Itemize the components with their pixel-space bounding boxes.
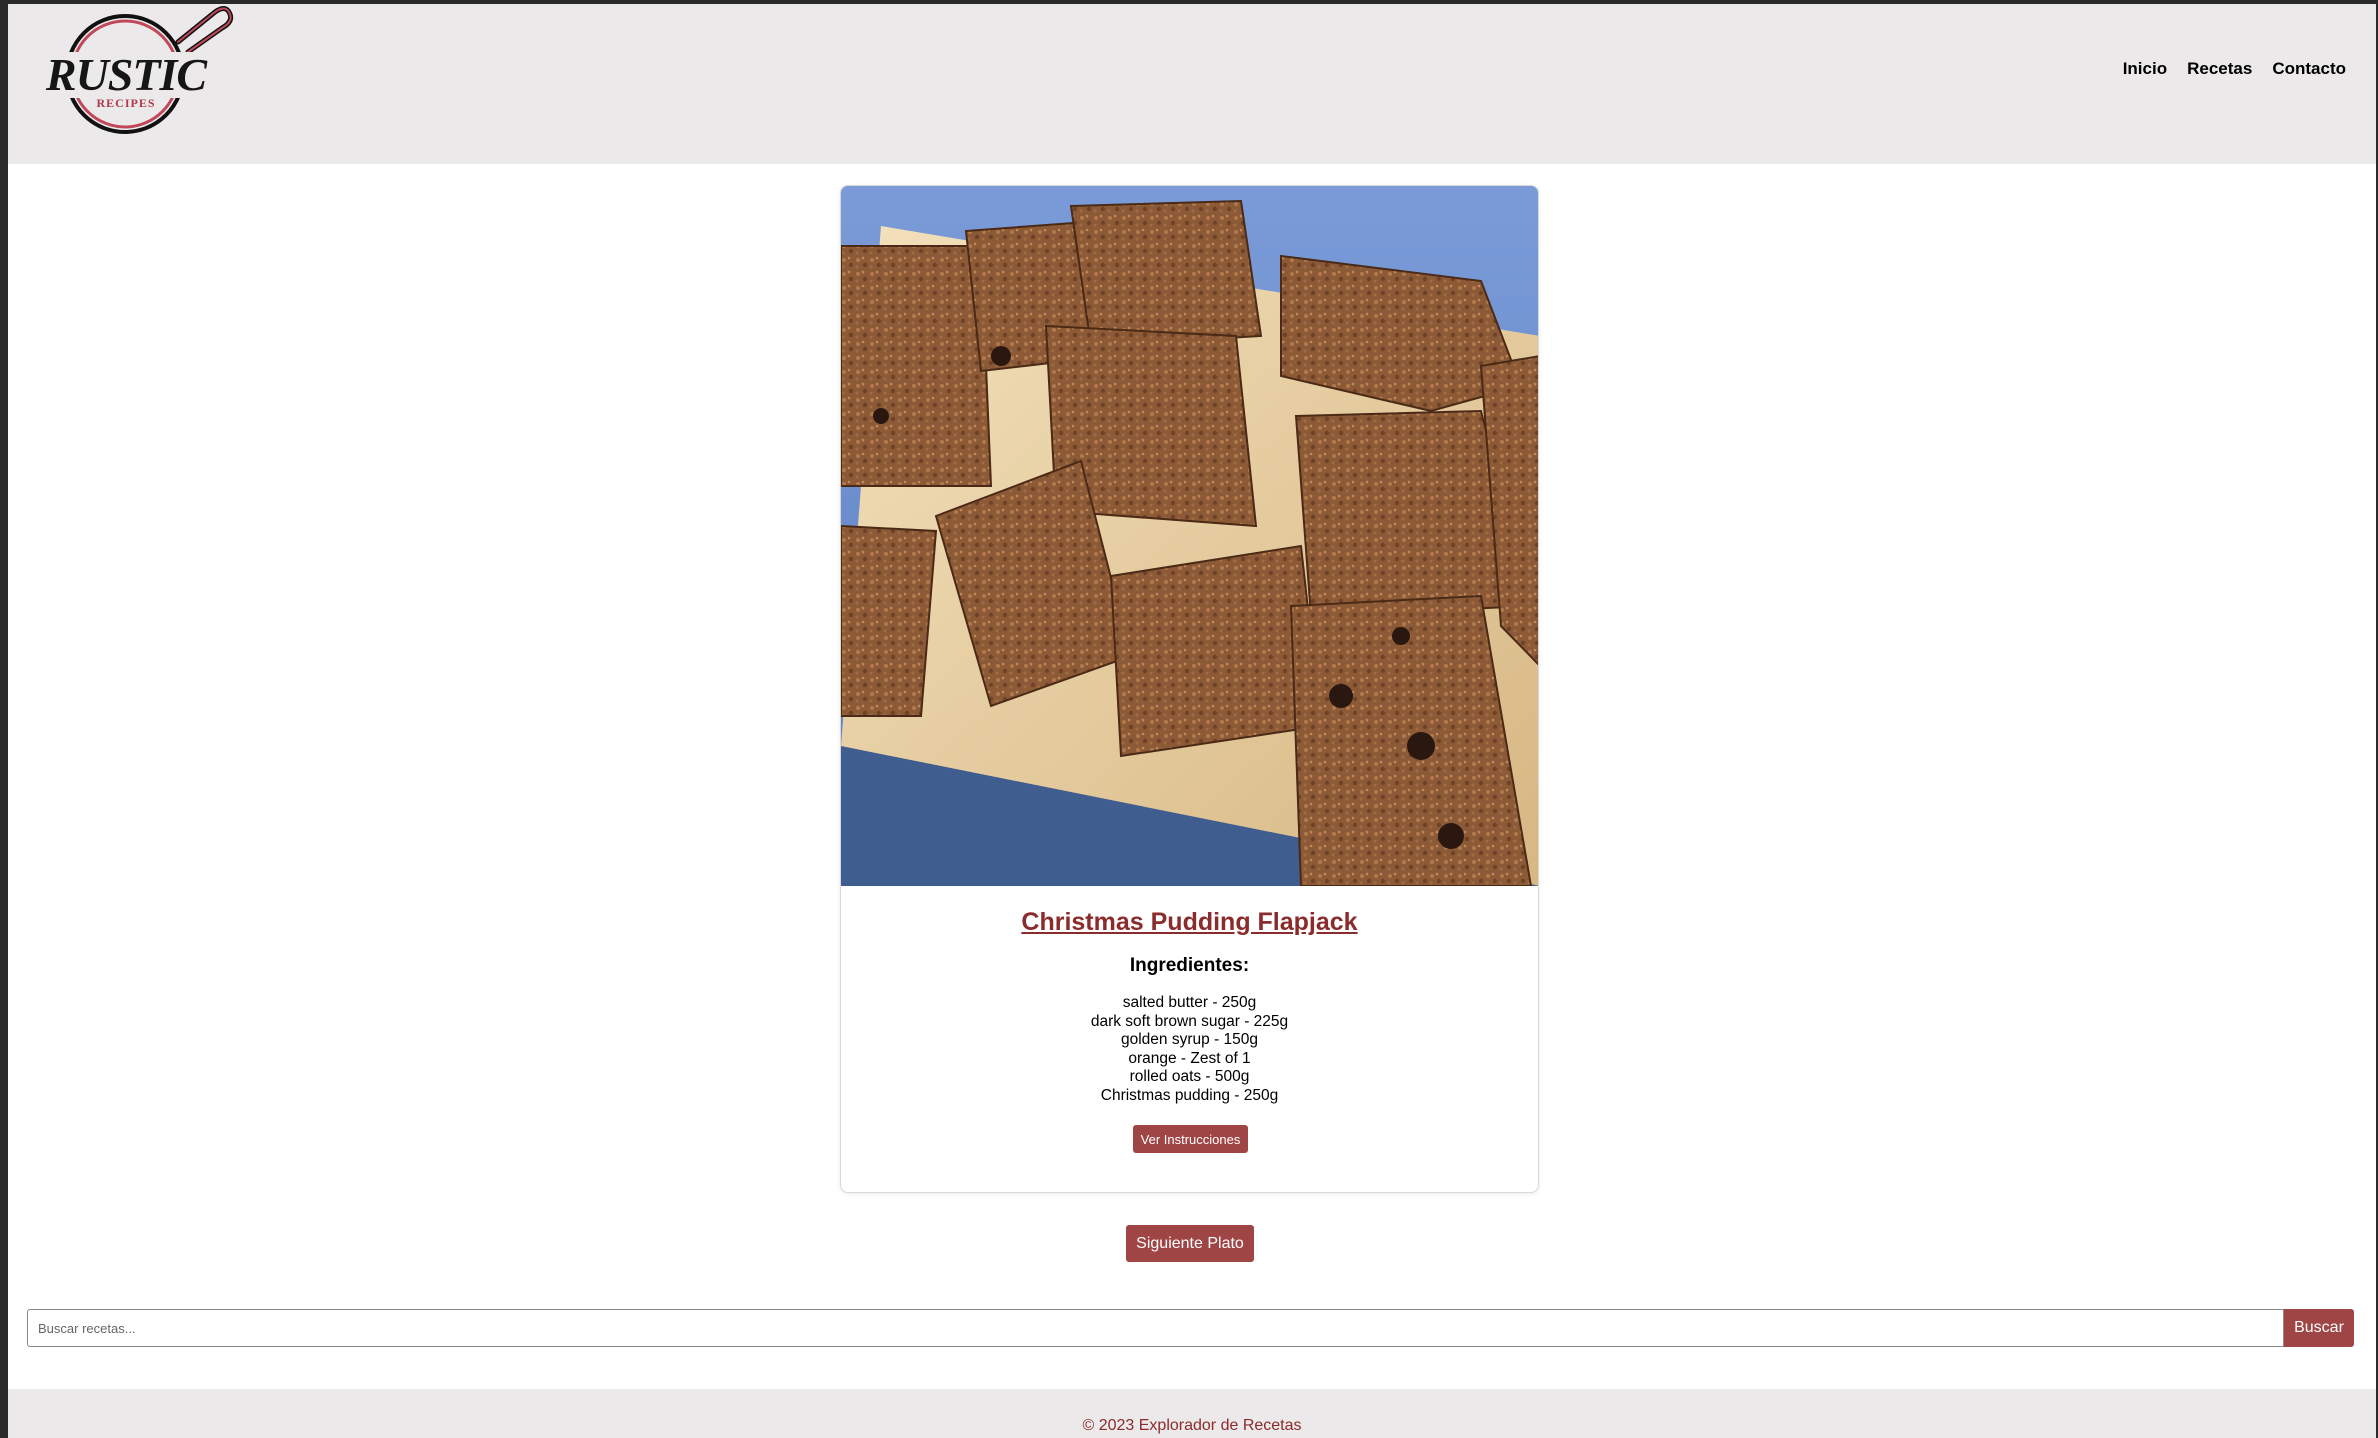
logo-main-text: RUSTIC — [45, 49, 208, 100]
nav-inicio[interactable]: Inicio — [2123, 59, 2167, 79]
recipe-card: Christmas Pudding Flapjack Ingredientes:… — [840, 185, 1539, 1193]
flapjack-image — [841, 186, 1538, 886]
logo-sub-text: RECIPES — [96, 96, 155, 110]
recipe-title-link[interactable]: Christmas Pudding Flapjack — [841, 908, 1538, 937]
header: RUSTIC RECIPES Inicio Recetas Contacto — [8, 4, 2376, 164]
ingredient-item: Christmas pudding - 250g — [1100, 1086, 1279, 1104]
ingredient-item: golden syrup - 150g — [1120, 1031, 1258, 1048]
ingredient-item: dark soft brown sugar - 225g — [1090, 1012, 1289, 1030]
footer: © 2023 Explorador de Recetas — [8, 1389, 2376, 1438]
ingredient-item: orange - Zest of 1 — [1128, 1049, 1251, 1067]
ingredients-list: salted butter - 250g dark soft brown sug… — [841, 994, 1538, 1105]
ingredient-item: salted butter - 250g — [1122, 994, 1257, 1011]
ingredients-heading: Ingredientes: — [1129, 955, 1250, 976]
logo-graphic: RUSTIC RECIPES — [42, 6, 234, 134]
recipe-photo — [841, 186, 1538, 886]
view-instructions-button[interactable]: Ver Instrucciones — [1133, 1125, 1248, 1153]
ingredient-item: rolled oats - 500g — [1129, 1068, 1250, 1085]
nav-recetas[interactable]: Recetas — [2187, 59, 2252, 79]
main-nav: Inicio Recetas Contacto — [2123, 59, 2346, 79]
search-button[interactable]: Buscar — [2284, 1309, 2354, 1347]
search-input[interactable] — [27, 1309, 2284, 1347]
next-dish-button[interactable]: Siguiente Plato — [1126, 1225, 1254, 1262]
footer-copyright: © 2023 Explorador de Recetas — [1082, 1417, 1302, 1434]
nav-contacto[interactable]: Contacto — [2272, 59, 2346, 79]
page: RUSTIC RECIPES Inicio Recetas Contacto C… — [8, 4, 2376, 1438]
rustic-recipes-logo[interactable]: RUSTIC RECIPES — [30, 4, 240, 139]
